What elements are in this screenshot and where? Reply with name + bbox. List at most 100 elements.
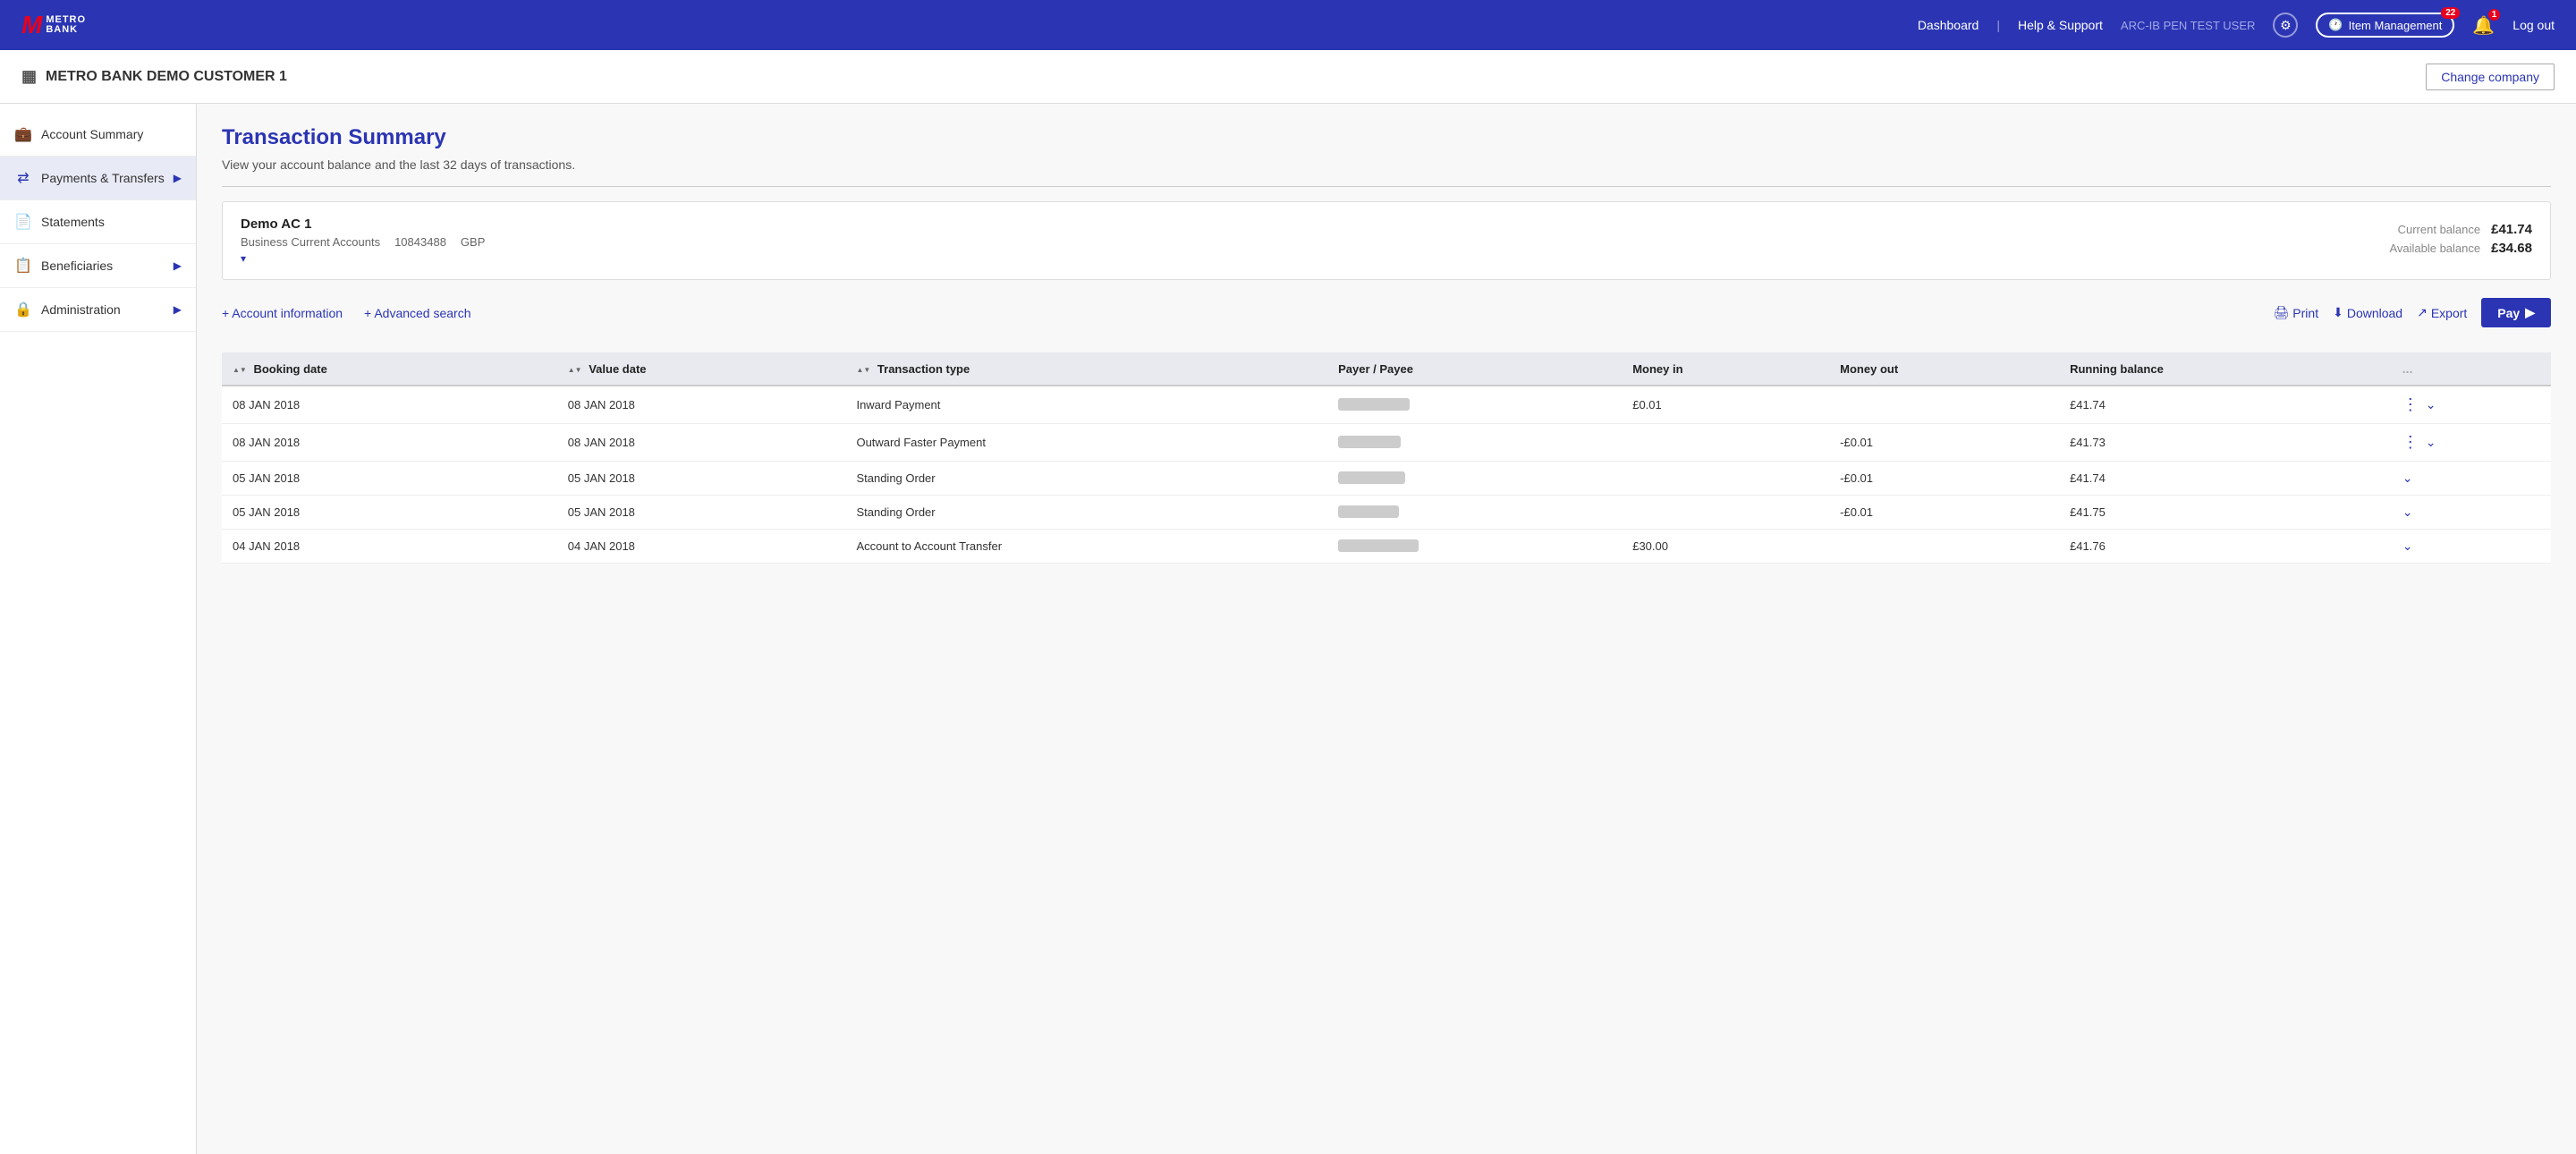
download-button[interactable]: ⬇ Download — [2333, 305, 2402, 320]
col-transaction-type[interactable]: ▲▼ Transaction type — [845, 352, 1327, 386]
row-expand-icon-0[interactable]: ⌄ — [2426, 397, 2436, 412]
cell-value-date-2: 05 JAN 2018 — [557, 462, 846, 496]
row-dots-icon-0[interactable]: ⋮ — [2402, 395, 2419, 414]
logout-link[interactable]: Log out — [2512, 18, 2555, 32]
table-row: 08 JAN 2018 08 JAN 2018 Outward Faster P… — [222, 424, 2551, 462]
download-label: Download — [2347, 306, 2402, 320]
row-expand-icon-3[interactable]: ⌄ — [2402, 505, 2413, 520]
sidebar-item-payments-inner: ⇄ Payments & Transfers — [14, 169, 165, 187]
col-booking-date[interactable]: ▲▼ Booking date — [222, 352, 557, 386]
sidebar-item-administration[interactable]: 🔒 Administration ▶ — [0, 288, 196, 332]
row-dots-icon-1[interactable]: ⋮ — [2402, 433, 2419, 452]
actions-right: 🖨 Print ⬇ Download ↗ Export Pay ▶ — [2274, 298, 2551, 327]
print-icon: 🖨 — [2274, 305, 2290, 320]
table-row: 04 JAN 2018 04 JAN 2018 Account to Accou… — [222, 530, 2551, 564]
sidebar-item-payments-transfers[interactable]: ⇄ Payments & Transfers ▶ — [0, 157, 196, 200]
cell-row-actions-4: ⌄ — [2392, 530, 2551, 564]
beneficiaries-icon: 📋 — [14, 257, 32, 275]
company-bar: ▦ METRO BANK DEMO CUSTOMER 1 Change comp… — [0, 50, 2576, 104]
cell-money-in-0: £0.01 — [1622, 386, 1829, 424]
account-card: Demo AC 1 Business Current Accounts 1084… — [222, 201, 2551, 280]
settings-icon[interactable]: ⚙ — [2273, 13, 2298, 38]
row-expand-icon-2[interactable]: ⌄ — [2402, 471, 2413, 486]
col-payer-payee-label: Payer / Payee — [1338, 362, 1413, 376]
sidebar-label-administration: Administration — [41, 302, 121, 317]
cell-value-date-0: 08 JAN 2018 — [557, 386, 846, 424]
cell-row-actions-0: ⋮ ⌄ — [2392, 386, 2551, 424]
cell-value-date-1: 08 JAN 2018 — [557, 424, 846, 462]
cell-money-out-3: -£0.01 — [1829, 496, 2059, 530]
pay-arrow-icon: ▶ — [2525, 305, 2535, 320]
help-support-link[interactable]: Help & Support — [2018, 18, 2103, 32]
dashboard-link[interactable]: Dashboard — [1918, 18, 1979, 32]
col-booking-date-label: Booking date — [253, 362, 326, 376]
sidebar-item-administration-inner: 🔒 Administration — [14, 301, 121, 318]
col-money-out: Money out — [1829, 352, 2059, 386]
transfer-icon: ⇄ — [14, 169, 32, 187]
bell-button[interactable]: 🔔 1 — [2472, 14, 2495, 37]
change-company-button[interactable]: Change company — [2426, 64, 2555, 90]
sidebar-item-account-summary[interactable]: 💼 Account Summary — [0, 113, 196, 157]
account-name: Demo AC 1 — [241, 216, 485, 232]
col-running-balance-label: Running balance — [2070, 362, 2164, 376]
col-actions: ... — [2392, 352, 2551, 386]
row-expand-icon-1[interactable]: ⌄ — [2426, 435, 2436, 450]
sort-arrows-booking: ▲▼ — [233, 366, 247, 374]
table-header-row: ▲▼ Booking date ▲▼ Value date ▲▼ Transac… — [222, 352, 2551, 386]
table-row: 08 JAN 2018 08 JAN 2018 Inward Payment £… — [222, 386, 2551, 424]
account-information-link[interactable]: + Account information — [222, 306, 343, 320]
col-value-date[interactable]: ▲▼ Value date — [557, 352, 846, 386]
actions-bar: + Account information + Advanced search … — [222, 298, 2551, 338]
cell-transaction-type-1: Outward Faster Payment — [845, 424, 1327, 462]
payer-payee-blurred-1 — [1338, 436, 1401, 448]
export-label: Export — [2431, 306, 2467, 320]
main-layout: 💼 Account Summary ⇄ Payments & Transfers… — [0, 104, 2576, 1154]
table-row: 05 JAN 2018 05 JAN 2018 Standing Order -… — [222, 496, 2551, 530]
payer-payee-blurred-2 — [1338, 471, 1405, 484]
cell-money-in-3 — [1622, 496, 1829, 530]
col-actions-dots: ... — [2402, 361, 2413, 376]
cell-running-balance-4: £41.76 — [2059, 530, 2392, 564]
sidebar-item-statements[interactable]: 📄 Statements — [0, 200, 196, 244]
sidebar-label-payments-transfers: Payments & Transfers — [41, 171, 165, 185]
print-label: Print — [2292, 306, 2318, 320]
item-management-label: Item Management — [2349, 19, 2443, 32]
account-currency: GBP — [461, 235, 485, 249]
company-name-section: ▦ METRO BANK DEMO CUSTOMER 1 — [21, 67, 287, 86]
current-balance-label: Current balance — [2398, 223, 2481, 236]
cell-money-out-1: -£0.01 — [1829, 424, 2059, 462]
page-subtitle: View your account balance and the last 3… — [222, 157, 2551, 172]
cell-booking-date-0: 08 JAN 2018 — [222, 386, 557, 424]
bell-badge: 1 — [2488, 9, 2501, 21]
item-management-button[interactable]: 🕐 Item Management 22 — [2316, 13, 2454, 38]
sidebar-label-beneficiaries: Beneficiaries — [41, 259, 113, 273]
cell-running-balance-3: £41.75 — [2059, 496, 2392, 530]
pay-label: Pay — [2497, 306, 2520, 320]
row-actions-4: ⌄ — [2402, 539, 2540, 554]
sort-arrows-value: ▲▼ — [568, 366, 582, 374]
sidebar-item-beneficiaries-inner: 📋 Beneficiaries — [14, 257, 113, 275]
current-balance-amount: £41.74 — [2491, 222, 2532, 237]
print-button[interactable]: 🖨 Print — [2274, 305, 2319, 320]
account-type: Business Current Accounts — [241, 235, 380, 249]
col-money-in: Money in — [1622, 352, 1829, 386]
header: M METRO BANK Dashboard | Help & Support … — [0, 0, 2576, 50]
actions-left: + Account information + Advanced search — [222, 306, 471, 320]
sidebar-label-account-summary: Account Summary — [41, 127, 143, 141]
cell-money-in-1 — [1622, 424, 1829, 462]
main-content: Transaction Summary View your account ba… — [197, 104, 2576, 1154]
export-button[interactable]: ↗ Export — [2417, 305, 2467, 320]
col-payer-payee: Payer / Payee — [1327, 352, 1622, 386]
cell-value-date-3: 05 JAN 2018 — [557, 496, 846, 530]
account-dropdown-toggle[interactable]: ▾ — [241, 249, 485, 265]
administration-chevron-icon: ▶ — [174, 303, 182, 316]
payer-payee-blurred-4 — [1338, 539, 1419, 552]
row-actions-1: ⋮ ⌄ — [2402, 433, 2540, 452]
cell-money-out-4 — [1829, 530, 2059, 564]
row-expand-icon-4[interactable]: ⌄ — [2402, 539, 2413, 554]
cell-money-in-4: £30.00 — [1622, 530, 1829, 564]
col-money-out-label: Money out — [1840, 362, 1898, 376]
sidebar-item-beneficiaries[interactable]: 📋 Beneficiaries ▶ — [0, 244, 196, 288]
advanced-search-link[interactable]: + Advanced search — [364, 306, 470, 320]
pay-button[interactable]: Pay ▶ — [2481, 298, 2551, 327]
